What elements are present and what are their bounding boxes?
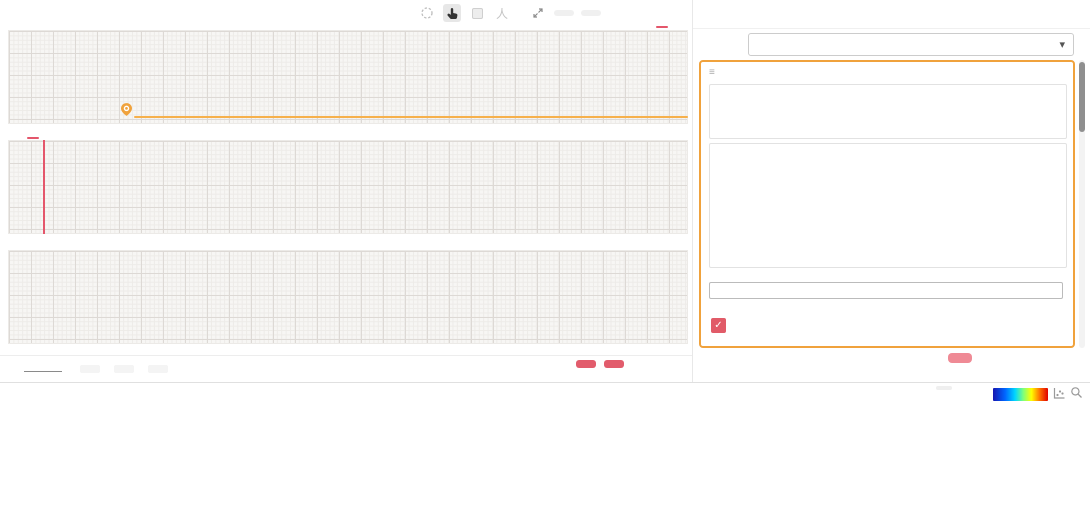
af-selection-pin[interactable]	[121, 103, 132, 121]
side-panel-tabs	[693, 0, 1090, 29]
ecg-strip-2[interactable]	[8, 140, 688, 234]
unanalyzed-chip	[148, 365, 168, 373]
scatter-chart-icon[interactable]	[1052, 386, 1067, 401]
block-next-badge	[27, 137, 39, 139]
rhythm-classification-strip[interactable]	[20, 485, 1085, 495]
hr-trend-heatmap[interactable]	[20, 400, 1085, 485]
block-counter	[20, 367, 66, 372]
bpm-scale-button[interactable]	[936, 386, 952, 390]
caliper-icon[interactable]: 人	[493, 4, 511, 22]
report-checkbox-row: ✓	[711, 318, 732, 333]
scrollbar-thumb[interactable]	[1079, 62, 1085, 132]
polar-chart-svg	[710, 144, 1064, 265]
forward-button[interactable]	[604, 360, 624, 368]
ecg-strip-1[interactable]	[8, 30, 688, 124]
card-header: ≡	[709, 67, 720, 78]
holter-analysis-app: 人	[0, 0, 1090, 527]
report-checkbox[interactable]: ✓	[711, 318, 726, 333]
sort-dropdown[interactable]: ▾	[748, 33, 1074, 56]
memo-input[interactable]	[709, 282, 1063, 299]
mini-ecg-waveform	[710, 85, 1064, 136]
annotation-box-icon[interactable]	[468, 4, 486, 22]
ecg-waveform-3	[9, 251, 689, 345]
section-divider	[0, 382, 1090, 383]
block-boundary-line	[43, 140, 45, 234]
sinus-count-chip	[114, 365, 134, 373]
selected-waveform-range-line	[134, 116, 688, 118]
ecg-waveform-2	[9, 141, 689, 235]
af-waveform-card[interactable]: ≡ ✓	[699, 60, 1075, 348]
panel-divider	[692, 0, 693, 382]
zoom-search-icon[interactable]	[1070, 386, 1085, 401]
back-button[interactable]	[576, 360, 596, 368]
hand-pan-icon[interactable]	[443, 4, 461, 22]
tab-list	[712, 0, 1054, 28]
rr-interval-button[interactable]	[581, 10, 601, 16]
block-end-badge	[656, 26, 668, 28]
panel-scrollbar[interactable]	[1079, 60, 1085, 348]
block-number-input[interactable]	[24, 367, 62, 372]
ecg-toolbar: 人	[418, 2, 690, 24]
lasso-select-icon[interactable]	[418, 4, 436, 22]
chevron-down-icon: ▾	[1059, 34, 1065, 57]
ecg-status-bar	[0, 355, 692, 382]
ecg-waveform-1	[9, 31, 689, 125]
recalculate-button[interactable]	[948, 353, 972, 363]
mini-ecg-preview	[709, 84, 1067, 139]
expand-icon[interactable]	[529, 4, 547, 22]
drag-handle-icon[interactable]: ≡	[709, 67, 715, 78]
block-size-button[interactable]	[554, 10, 574, 16]
af-polar-chart	[709, 143, 1067, 268]
af-count-chip	[80, 365, 100, 373]
ecg-strip-3[interactable]	[8, 250, 688, 344]
